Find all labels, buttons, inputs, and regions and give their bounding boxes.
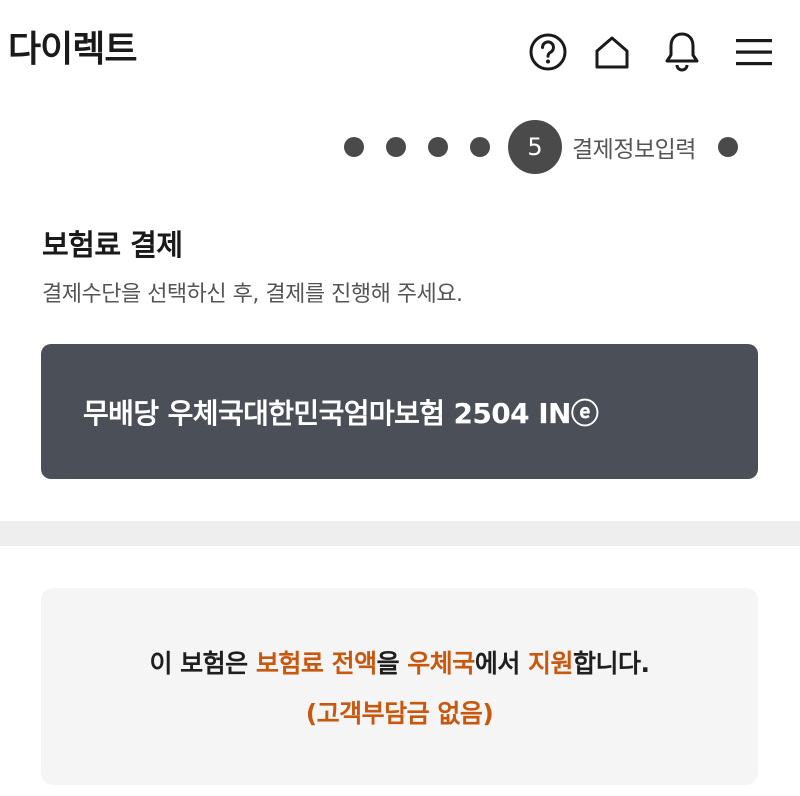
payment-page: 다이렉트 5 결제정보입력 보험료 결제 결제수단을 선택하신 후, 결제를 진… xyxy=(0,0,800,796)
section-title: 보험료 결제 xyxy=(42,228,183,262)
step-dot-completed xyxy=(428,137,448,157)
section-divider xyxy=(0,521,800,546)
notice-highlight-post-office: 우체국 xyxy=(407,648,475,678)
menu-icon[interactable] xyxy=(732,30,776,74)
help-icon[interactable] xyxy=(526,30,570,74)
brand-logo[interactable]: 다이렉트 xyxy=(8,26,137,74)
support-notice: 이 보험은 보험료 전액을 우체국에서 지원합니다. (고객부담금 없음) xyxy=(41,588,758,785)
notice-text: 을 xyxy=(376,648,408,678)
notice-line-2: (고객부담금 없음) xyxy=(305,698,494,728)
notice-highlight-full-premium: 보험료 전액 xyxy=(255,648,377,678)
step-dot-completed xyxy=(344,137,364,157)
notice-line-1: 이 보험은 보험료 전액을 우체국에서 지원합니다. xyxy=(149,644,650,680)
step-dot-completed xyxy=(470,137,490,157)
notice-highlight-support: 지원 xyxy=(528,648,574,678)
product-name-text: 무배당 우체국대한민국엄마보험 2504 IN xyxy=(83,396,571,430)
section-subtitle: 결제수단을 선택하신 후, 결제를 진행해 주세요. xyxy=(42,282,463,307)
step-dot-remaining xyxy=(717,137,738,157)
product-card: 무배당 우체국대한민국엄마보험 2504 INⓔ xyxy=(41,344,758,479)
home-icon[interactable] xyxy=(590,30,634,74)
notice-text: 에서 xyxy=(474,648,529,678)
bell-icon[interactable] xyxy=(660,30,704,74)
notice-text: 합니다. xyxy=(573,648,650,678)
step-dot-completed xyxy=(386,137,406,157)
step-current-number: 5 xyxy=(508,120,562,174)
product-name: 무배당 우체국대한민국엄마보험 2504 INⓔ xyxy=(83,392,599,432)
e-badge-icon: ⓔ xyxy=(570,396,599,430)
progress-stepper: 5 결제정보입력 xyxy=(344,120,738,174)
notice-text: 이 보험은 xyxy=(149,648,256,678)
step-current-label: 결제정보입력 xyxy=(572,137,696,163)
top-header: 다이렉트 xyxy=(0,0,800,100)
